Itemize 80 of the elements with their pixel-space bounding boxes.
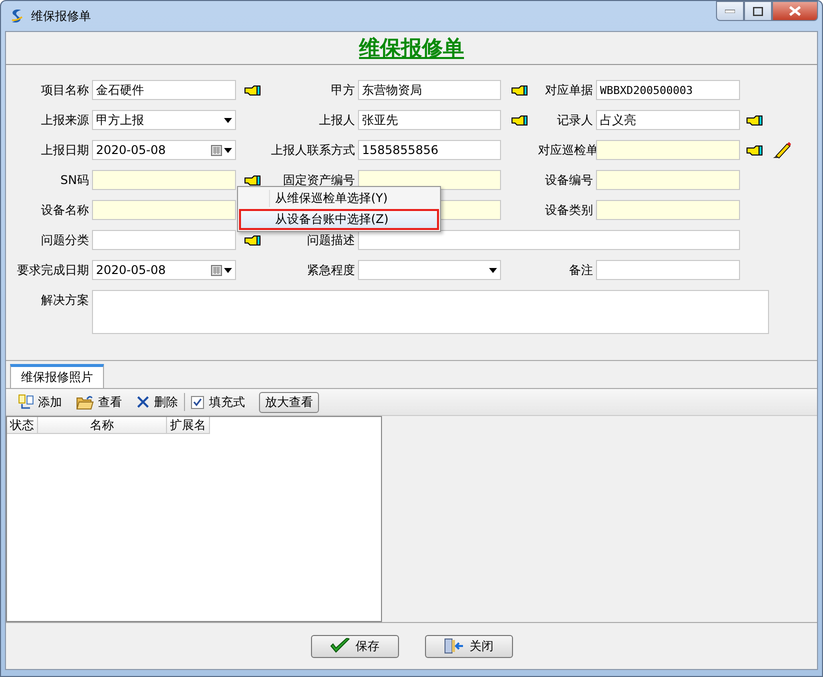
toolbar-label[interactable]: 删除 [154, 394, 178, 410]
date-field[interactable]: 2020-05-08 [92, 140, 236, 160]
app-logo-icon [9, 8, 25, 24]
input-field[interactable]: 1585855856 [358, 140, 501, 160]
input-field[interactable] [596, 260, 740, 280]
field-label: 项目名称 [40, 82, 90, 98]
field-label: 要求完成日期 [16, 262, 90, 278]
field-label: SN码 [59, 172, 90, 188]
dropdown-caret-icon [224, 118, 232, 122]
save-button[interactable]: 保存 [310, 634, 398, 658]
field-label: 上报来源 [40, 112, 90, 128]
toolbar-label[interactable]: 查看 [98, 394, 122, 410]
column-header[interactable]: 名称 [38, 417, 167, 433]
input-field[interactable]: 张亚先 [358, 110, 501, 130]
field-label: 记录人 [556, 112, 594, 128]
tab[interactable]: 维保报修照片 [10, 364, 104, 388]
field-label: 备注 [568, 262, 594, 278]
checkmark-icon [193, 398, 202, 406]
menu-item[interactable]: 从设备台账中选择(Z) [239, 209, 439, 230]
dropdown-caret-icon [224, 268, 232, 272]
input-field[interactable] [596, 170, 740, 190]
pointing-hand-icon[interactable] [746, 114, 764, 126]
close-icon [789, 6, 801, 16]
input-field[interactable] [596, 200, 740, 220]
field-label: 设备编号 [544, 172, 594, 188]
field-label: 甲方 [330, 82, 356, 98]
folder-icon[interactable] [76, 394, 94, 410]
date-field[interactable]: 2020-05-08 [92, 260, 236, 280]
dropdown-caret-icon [489, 268, 497, 272]
maximize-icon [753, 6, 763, 16]
field-label: 固定资产编号 [282, 172, 356, 188]
field-label: 上报日期 [40, 142, 90, 158]
pointing-hand-icon[interactable] [244, 174, 262, 186]
pointing-hand-icon[interactable] [244, 234, 262, 246]
input-field[interactable]: 占义亮 [596, 110, 740, 130]
field-label: 上报人 [318, 112, 356, 128]
field-label: 对应巡检单 [538, 142, 596, 158]
pencil-icon[interactable] [772, 141, 792, 159]
field-label: 紧急程度 [306, 262, 356, 278]
input-field[interactable] [92, 170, 236, 190]
window-title: 维保报修单 [31, 8, 91, 24]
field-label: 对应单据 [544, 82, 594, 98]
add-document-icon[interactable] [18, 394, 34, 410]
zoom-view-button[interactable]: 放大查看 [259, 392, 319, 412]
column-header[interactable]: 状态 [7, 417, 38, 433]
input-field[interactable] [596, 140, 740, 160]
checkbox-label: 填充式 [209, 394, 245, 410]
field-label: 设备名称 [40, 202, 90, 218]
close-button[interactable] [772, 1, 818, 21]
field-label: 解决方案 [40, 292, 90, 308]
dropdown-caret-icon [224, 148, 232, 152]
check-icon [330, 638, 350, 654]
pointing-hand-icon[interactable] [510, 84, 528, 96]
minimize-icon [725, 9, 735, 13]
input-field[interactable] [92, 200, 236, 220]
column-header[interactable]: 扩展名 [167, 417, 210, 433]
input-field[interactable]: 金石硬件 [92, 80, 236, 100]
field-label: 问题分类 [40, 232, 90, 248]
delete-icon[interactable] [136, 395, 150, 409]
pointing-hand-icon[interactable] [510, 114, 528, 126]
calendar-icon [211, 264, 222, 276]
pointing-hand-icon[interactable] [746, 144, 764, 156]
field-label: 设备类别 [544, 202, 594, 218]
minimize-button[interactable] [716, 1, 744, 21]
form-heading: 维保报修单 [359, 35, 464, 62]
field-label: 问题描述 [306, 232, 356, 248]
pointing-hand-icon[interactable] [244, 84, 262, 96]
input-field[interactable]: 东营物资局 [358, 80, 501, 100]
close-button[interactable]: 关闭 [424, 634, 512, 658]
checkbox[interactable] [191, 396, 204, 408]
input-field[interactable]: WBBXD200500003 [596, 80, 740, 100]
exit-door-icon [444, 638, 464, 654]
input-field[interactable] [92, 230, 236, 250]
dropdown-field[interactable] [358, 260, 501, 280]
maximize-button[interactable] [744, 1, 772, 21]
toolbar-label[interactable]: 添加 [38, 394, 62, 410]
dropdown-field[interactable]: 甲方上报 [92, 110, 236, 130]
calendar-icon [211, 144, 222, 156]
input-field[interactable] [358, 230, 740, 250]
field-label: 上报人联系方式 [270, 142, 356, 158]
